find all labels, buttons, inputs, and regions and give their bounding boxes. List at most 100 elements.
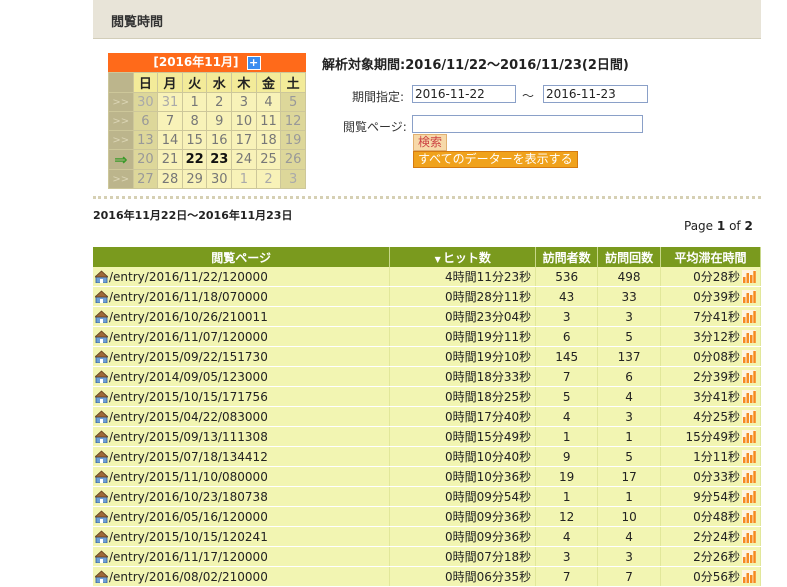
calendar-day[interactable]: 18 xyxy=(256,131,281,149)
calendar-day[interactable]: 13 xyxy=(133,131,158,149)
bar-chart-icon[interactable] xyxy=(742,450,756,463)
calendar-day[interactable]: 2 xyxy=(256,170,281,188)
bar-chart-icon[interactable] xyxy=(742,270,756,283)
bar-chart-icon[interactable] xyxy=(742,430,756,443)
page-cell[interactable]: /entry/2015/04/22/083000 xyxy=(93,406,391,427)
page-cell[interactable]: /entry/2015/09/22/151730 xyxy=(93,346,391,367)
calendar-day[interactable]: 11 xyxy=(256,112,281,130)
calendar-day[interactable]: 24 xyxy=(232,150,256,169)
page-cell[interactable]: /entry/2015/09/13/111308 xyxy=(93,426,391,447)
header-avg-time[interactable]: 平均滞在時間 xyxy=(660,247,761,267)
bar-chart-icon[interactable] xyxy=(742,550,756,563)
bar-chart-icon[interactable] xyxy=(742,470,756,483)
page-link[interactable]: /entry/2015/11/10/080000 xyxy=(109,470,268,484)
calendar-day[interactable]: 2 xyxy=(207,93,232,111)
bar-chart-icon[interactable] xyxy=(742,310,756,323)
page-link[interactable]: /entry/2015/09/13/111308 xyxy=(109,430,268,444)
plus-icon[interactable]: + xyxy=(246,55,261,70)
calendar-day[interactable]: 9 xyxy=(207,112,232,130)
bar-chart-icon[interactable] xyxy=(742,370,756,383)
page-link[interactable]: /entry/2016/10/26/210011 xyxy=(109,310,268,324)
page-cell[interactable]: /entry/2016/11/17/120000 xyxy=(93,546,391,567)
week-select-arrow[interactable]: >> xyxy=(109,112,133,130)
calendar-day[interactable]: 19 xyxy=(281,131,305,149)
bar-chart-icon[interactable] xyxy=(742,390,756,403)
calendar-day[interactable]: 12 xyxy=(281,112,305,130)
bar-chart-icon[interactable] xyxy=(742,410,756,423)
current-week-arrow-icon[interactable]: ⇒ xyxy=(109,150,133,169)
calendar-day[interactable]: 16 xyxy=(207,131,232,149)
page-cell[interactable]: /entry/2016/05/16/120000 xyxy=(93,506,391,527)
calendar-day[interactable]: 20 xyxy=(133,150,158,169)
calendar-day[interactable]: 3 xyxy=(281,170,305,188)
calendar-day[interactable]: 22 xyxy=(182,150,207,169)
page-cell[interactable]: /entry/2016/10/23/180738 xyxy=(93,486,391,507)
calendar-day[interactable]: 7 xyxy=(158,112,182,130)
page-cell[interactable]: /entry/2016/08/02/210000 xyxy=(93,566,391,587)
page-link[interactable]: /entry/2016/08/02/210000 xyxy=(109,570,268,584)
page-link[interactable]: /entry/2016/05/16/120000 xyxy=(109,510,268,524)
calendar-day[interactable]: 5 xyxy=(281,93,305,111)
header-page[interactable]: 閲覧ページ xyxy=(93,247,391,267)
page-cell[interactable]: /entry/2015/10/15/171756 xyxy=(93,386,391,407)
search-button[interactable]: 検索 xyxy=(413,134,448,151)
calendar-day[interactable]: 14 xyxy=(158,131,182,149)
page-link[interactable]: /entry/2016/11/22/120000 xyxy=(109,270,268,284)
calendar-day[interactable]: 1 xyxy=(232,170,256,188)
calendar-day[interactable]: 4 xyxy=(256,93,281,111)
page-filter-input[interactable] xyxy=(412,115,643,133)
bar-chart-icon[interactable] xyxy=(742,330,756,343)
calendar-day[interactable]: 25 xyxy=(256,150,281,169)
calendar-day[interactable]: 31 xyxy=(158,93,182,111)
page-cell[interactable]: /entry/2016/10/26/210011 xyxy=(93,306,391,327)
bar-chart-icon[interactable] xyxy=(742,350,756,363)
calendar-day[interactable]: 10 xyxy=(232,112,256,130)
page-cell[interactable]: /entry/2016/11/18/070000 xyxy=(93,286,391,307)
week-select-arrow[interactable]: >> xyxy=(109,170,133,188)
bar-chart-icon[interactable] xyxy=(742,490,756,503)
page-cell[interactable]: /entry/2016/11/07/120000 xyxy=(93,326,391,347)
page-link[interactable]: /entry/2015/09/22/151730 xyxy=(109,350,268,364)
page-link[interactable]: /entry/2016/11/18/070000 xyxy=(109,290,268,304)
week-select-arrow[interactable]: >> xyxy=(109,131,133,149)
page-cell[interactable]: /entry/2015/10/15/120241 xyxy=(93,526,391,547)
page-link[interactable]: /entry/2016/11/17/120000 xyxy=(109,550,268,564)
header-hits[interactable]: ▼ ヒット数 xyxy=(389,247,537,267)
calendar-day[interactable]: 3 xyxy=(232,93,256,111)
bar-chart-icon[interactable] xyxy=(742,530,756,543)
page-cell[interactable]: /entry/2014/09/05/123000 xyxy=(93,366,391,387)
calendar-day[interactable]: 1 xyxy=(182,93,207,111)
header-visitors[interactable]: 訪問者数 xyxy=(535,247,599,267)
show-all-button[interactable]: すべてのデーターを表示する xyxy=(413,151,578,168)
page-link[interactable]: /entry/2015/10/15/120241 xyxy=(109,530,268,544)
week-select-arrow[interactable]: >> xyxy=(109,93,133,111)
calendar-day[interactable]: 8 xyxy=(182,112,207,130)
pagination-total[interactable]: 2 xyxy=(744,219,752,233)
bar-chart-icon[interactable] xyxy=(742,510,756,523)
bar-chart-icon[interactable] xyxy=(742,290,756,303)
page-link[interactable]: /entry/2015/07/18/134412 xyxy=(109,450,268,464)
page-cell[interactable]: /entry/2015/07/18/134412 xyxy=(93,446,391,467)
calendar-day[interactable]: 30 xyxy=(207,170,232,188)
calendar-day[interactable]: 6 xyxy=(133,112,158,130)
page-link[interactable]: /entry/2016/10/23/180738 xyxy=(109,490,268,504)
bar-chart-icon[interactable] xyxy=(742,570,756,583)
page-link[interactable]: /entry/2015/10/15/171756 xyxy=(109,390,268,404)
page-link[interactable]: /entry/2014/09/05/123000 xyxy=(109,370,268,384)
end-date-input[interactable]: 2016-11-23 xyxy=(543,85,648,103)
calendar-day[interactable]: 17 xyxy=(232,131,256,149)
start-date-input[interactable]: 2016-11-22 xyxy=(412,85,516,103)
page-cell[interactable]: /entry/2016/11/22/120000 xyxy=(93,267,391,287)
calendar-day[interactable]: 29 xyxy=(182,170,207,188)
calendar-day[interactable]: 26 xyxy=(281,150,305,169)
calendar-day[interactable]: 30 xyxy=(133,93,158,111)
calendar-month-label[interactable]: [2016年11月] xyxy=(153,55,238,69)
calendar-day[interactable]: 21 xyxy=(158,150,182,169)
calendar-day[interactable]: 27 xyxy=(133,170,158,188)
page-link[interactable]: /entry/2015/04/22/083000 xyxy=(109,410,268,424)
calendar-day[interactable]: 15 xyxy=(182,131,207,149)
calendar-day[interactable]: 28 xyxy=(158,170,182,188)
page-link[interactable]: /entry/2016/11/07/120000 xyxy=(109,330,268,344)
calendar-day[interactable]: 23 xyxy=(207,150,232,169)
header-visits[interactable]: 訪問回数 xyxy=(597,247,662,267)
